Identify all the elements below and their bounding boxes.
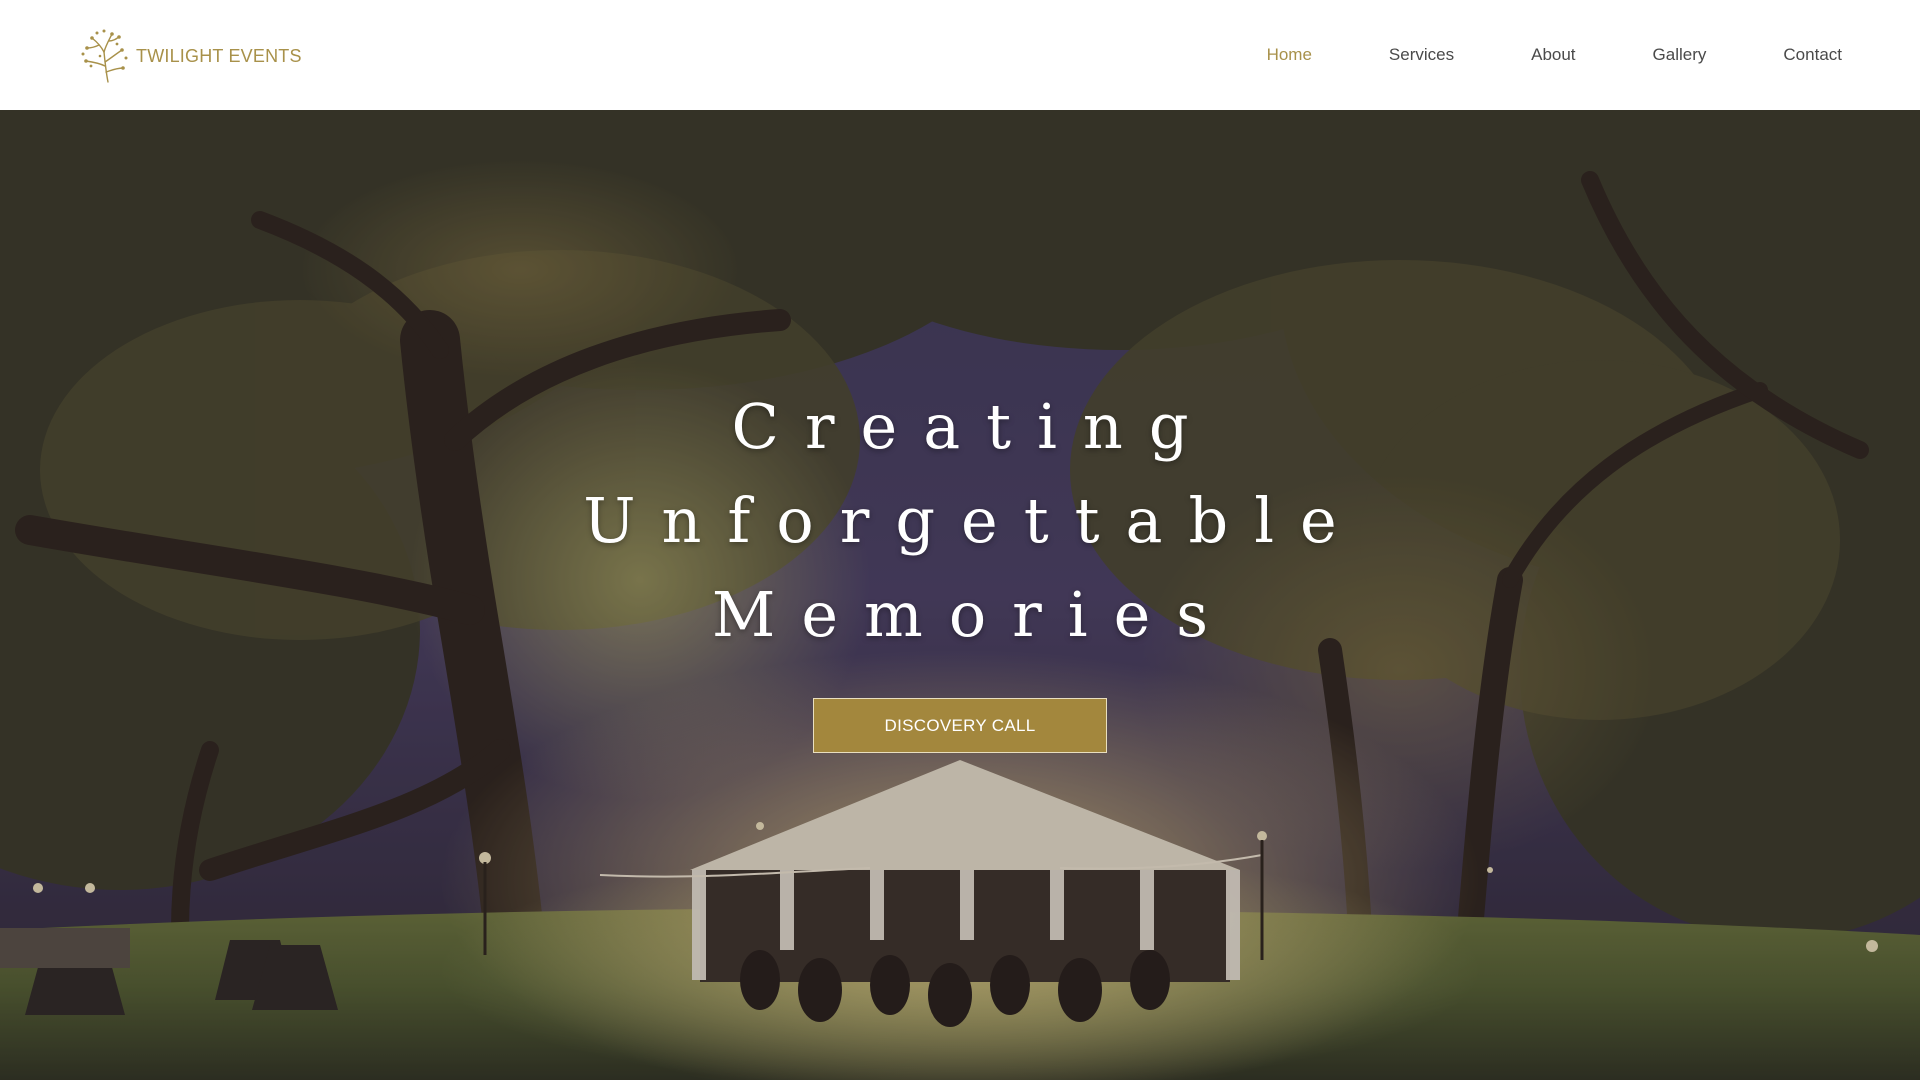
nav-item-contact[interactable]: Contact	[1783, 45, 1842, 65]
hero-title-line-3: Memories	[711, 578, 1235, 651]
main-nav: Home Services About Gallery Contact	[1190, 0, 1842, 110]
brand-logo[interactable]: TWILIGHT EVENTS	[78, 28, 302, 84]
hero-section: Creating Unforgettable Memories DISCOVER…	[0, 110, 1920, 1080]
site-header: TWILIGHT EVENTS Home Services About Gall…	[0, 0, 1920, 110]
nav-item-about[interactable]: About	[1531, 45, 1575, 65]
nav-item-gallery[interactable]: Gallery	[1653, 45, 1707, 65]
hero-title-line-2: Unforgettable	[583, 484, 1363, 557]
hero-content: Creating Unforgettable Memories DISCOVER…	[0, 380, 1920, 753]
brand-name: TWILIGHT EVENTS	[136, 45, 302, 66]
discovery-call-button[interactable]: DISCOVERY CALL	[813, 698, 1107, 753]
nav-item-home[interactable]: Home	[1267, 45, 1312, 65]
nav-item-services[interactable]: Services	[1389, 45, 1454, 65]
branch-sprig-icon	[81, 29, 128, 83]
hero-title-line-1: Creating	[731, 390, 1215, 463]
hero-title: Creating Unforgettable Memories	[0, 380, 1920, 662]
